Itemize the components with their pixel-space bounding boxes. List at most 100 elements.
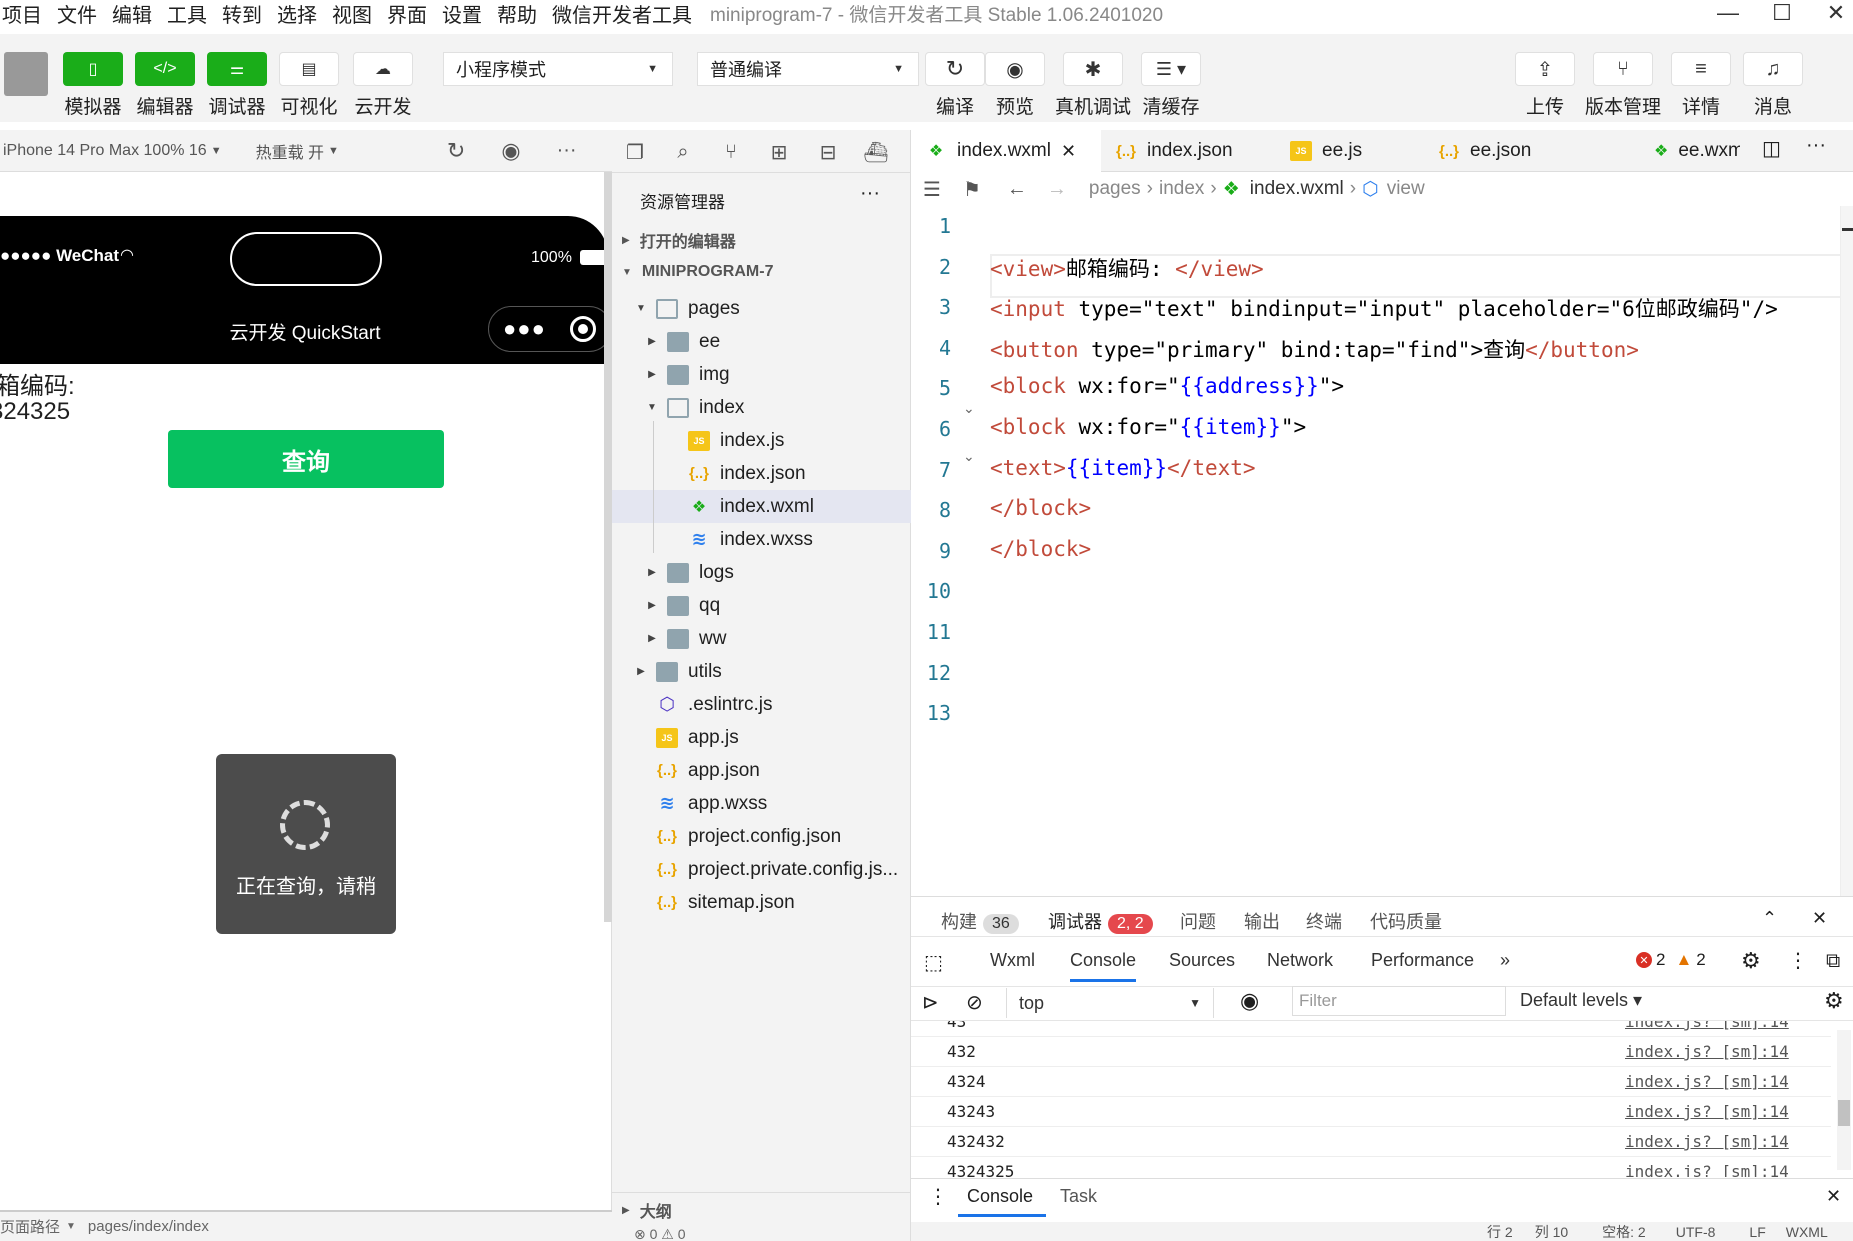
log-source-link[interactable]: index.js? [sm]:14: [1625, 1132, 1789, 1151]
debug-tab[interactable]: 调试器 2, 2: [1048, 908, 1153, 934]
open-editors-section[interactable]: ▶ 打开的编辑器: [612, 224, 911, 256]
issues-counter[interactable]: ✕ 2 ▲ 2: [1636, 950, 1706, 970]
mode-select[interactable]: 小程序模式 ▼: [443, 52, 673, 86]
menu-item[interactable]: 编辑: [112, 0, 152, 28]
more-dots-icon[interactable]: ●●●: [503, 316, 546, 342]
code-line[interactable]: <view>邮箱编码: </view>: [990, 253, 1264, 283]
log-source-link[interactable]: index.js? [sm]:14: [1625, 1021, 1789, 1031]
settings-gear-icon[interactable]: ⚙: [1741, 948, 1761, 974]
close-tab-icon[interactable]: ✕: [1061, 141, 1076, 162]
devtools-tab[interactable]: »: [1500, 950, 1510, 971]
code-line[interactable]: </block>: [990, 537, 1091, 561]
tree-item[interactable]: ▼ index: [612, 391, 911, 424]
project-section[interactable]: ▼ MINIPROGRAM-7: [612, 256, 911, 288]
editor-tab[interactable]: ❖ ee.wxm: [1640, 130, 1740, 172]
context-select[interactable]: top ▼: [1006, 988, 1214, 1018]
upload-button[interactable]: ⇪: [1515, 52, 1575, 86]
editor-more-icon[interactable]: ···: [1806, 134, 1826, 157]
dock-icon[interactable]: ⧉: [1826, 950, 1840, 973]
code-line[interactable]: <text>{{item}}</text>: [990, 456, 1256, 480]
storage-icon[interactable]: ⊟: [814, 138, 842, 166]
editor-scrollbar[interactable]: [1840, 206, 1853, 896]
tree-item[interactable]: ≋ app.wxss: [612, 787, 911, 820]
devtools-tab[interactable]: Console: [1070, 950, 1136, 971]
drawer-menu-icon[interactable]: ⋮: [928, 1184, 948, 1209]
tree-item[interactable]: ▶ img: [612, 358, 911, 391]
editor-tab[interactable]: ❖ index.wxml ✕: [911, 130, 1101, 172]
stop-icon[interactable]: ◉: [501, 138, 520, 164]
hot-reload-toggle[interactable]: 热重载 开: [256, 139, 324, 163]
explorer-more-icon[interactable]: ···: [860, 182, 880, 205]
files-icon[interactable]: ❐: [621, 138, 649, 166]
fold-chevron-icon[interactable]: ⌄: [963, 448, 975, 465]
breadcrumb-item[interactable]: view: [1387, 178, 1425, 200]
split-editor-icon[interactable]: ◫: [1762, 136, 1781, 161]
source-control-icon[interactable]: ⑂: [717, 138, 745, 166]
log-source-link[interactable]: index.js? [sm]:14: [1625, 1072, 1789, 1091]
forward-arrow-icon[interactable]: →: [1047, 178, 1067, 201]
details-button[interactable]: ≡: [1671, 52, 1731, 86]
device-select[interactable]: iPhone 14 Pro Max 100% 16: [3, 142, 207, 160]
postcode-input[interactable]: 324325: [0, 398, 70, 426]
tree-item[interactable]: ❖ index.wxml: [612, 490, 911, 523]
status-spaces[interactable]: 空格: 2: [1602, 1222, 1646, 1241]
close-panel-icon[interactable]: ✕: [1812, 908, 1827, 929]
compile-mode-select[interactable]: 普通编译 ▼: [697, 52, 919, 86]
status-encoding[interactable]: UTF-8: [1676, 1224, 1716, 1240]
menu-item[interactable]: 界面: [387, 0, 427, 28]
debug-tab[interactable]: 终端: [1306, 908, 1342, 934]
cloud-button[interactable]: ☁: [353, 52, 413, 86]
code-line[interactable]: <input type="text" bindinput="input" pla…: [990, 293, 1778, 323]
clear-cache-button[interactable]: ☰ ▾: [1141, 52, 1201, 86]
devtools-tab[interactable]: Performance: [1371, 950, 1474, 971]
editor-tab[interactable]: {..} index.json: [1101, 130, 1276, 172]
debug-tab[interactable]: 构建 36: [941, 908, 1019, 934]
editor-toggle-button[interactable]: </>: [135, 52, 195, 86]
drawer-tab-console[interactable]: Console: [967, 1186, 1033, 1207]
tree-item[interactable]: ⬡ .eslintrc.js: [612, 688, 911, 721]
back-arrow-icon[interactable]: ←: [1007, 178, 1027, 201]
menu-item[interactable]: 视图: [332, 0, 372, 28]
query-button[interactable]: 查询: [168, 430, 444, 488]
tree-item[interactable]: ▶ logs: [612, 556, 911, 589]
close-drawer-icon[interactable]: ✕: [1826, 1186, 1841, 1207]
minimize-button[interactable]: —: [1706, 0, 1750, 26]
status-col[interactable]: 列 10: [1535, 1222, 1568, 1241]
menu-item[interactable]: 帮助: [497, 0, 537, 28]
status-eol[interactable]: LF: [1749, 1224, 1765, 1240]
inspect-element-icon[interactable]: ⬚: [924, 950, 943, 975]
status-line[interactable]: 行 2: [1487, 1222, 1513, 1241]
breadcrumb-item[interactable]: pages: [1089, 178, 1141, 200]
editor-tab[interactable]: {..} ee.json: [1424, 130, 1640, 172]
console-filter-input[interactable]: Filter: [1292, 986, 1506, 1016]
tree-item[interactable]: JS index.js: [612, 424, 911, 457]
breadcrumb-item[interactable]: index: [1159, 178, 1204, 200]
maximize-button[interactable]: ☐: [1760, 0, 1804, 26]
compile-button[interactable]: ↻: [925, 52, 985, 86]
menu-item[interactable]: 微信开发者工具: [552, 0, 692, 28]
list-icon[interactable]: ☰: [923, 177, 941, 202]
code-line[interactable]: <block wx:for="{{item}}">: [990, 415, 1306, 439]
docker-icon[interactable]: ⛴: [862, 138, 890, 166]
clear-console-icon[interactable]: ⊘: [966, 990, 983, 1015]
code-line[interactable]: <block wx:for="{{address}}">: [990, 374, 1344, 398]
tree-item[interactable]: ▶ qq: [612, 589, 911, 622]
fold-chevron-icon[interactable]: ⌄: [963, 400, 975, 417]
code-line[interactable]: <button type="primary" bind:tap="find">查…: [990, 334, 1639, 364]
tree-item[interactable]: ▶ utils: [612, 655, 911, 688]
log-source-link[interactable]: index.js? [sm]:14: [1625, 1162, 1789, 1177]
tree-item[interactable]: JS app.js: [612, 721, 911, 754]
log-source-link[interactable]: index.js? [sm]:14: [1625, 1102, 1789, 1121]
console-scroll-thumb[interactable]: [1838, 1100, 1850, 1126]
simulator-scrollbar[interactable]: [604, 172, 612, 922]
tree-item[interactable]: {..} project.private.config.js...: [612, 853, 911, 886]
tree-item[interactable]: {..} index.json: [612, 457, 911, 490]
sidebar-toggle-icon[interactable]: ⊳: [922, 990, 939, 1015]
tree-item[interactable]: {..} sitemap.json: [612, 886, 911, 919]
capsule-button[interactable]: ●●●: [488, 306, 612, 352]
menu-item[interactable]: 转到: [222, 0, 262, 28]
version-button[interactable]: ⑂: [1593, 52, 1653, 86]
real-debug-button[interactable]: ✱: [1063, 52, 1123, 86]
code-line[interactable]: </block>: [990, 496, 1091, 520]
tree-item[interactable]: ▶ ee: [612, 325, 911, 358]
